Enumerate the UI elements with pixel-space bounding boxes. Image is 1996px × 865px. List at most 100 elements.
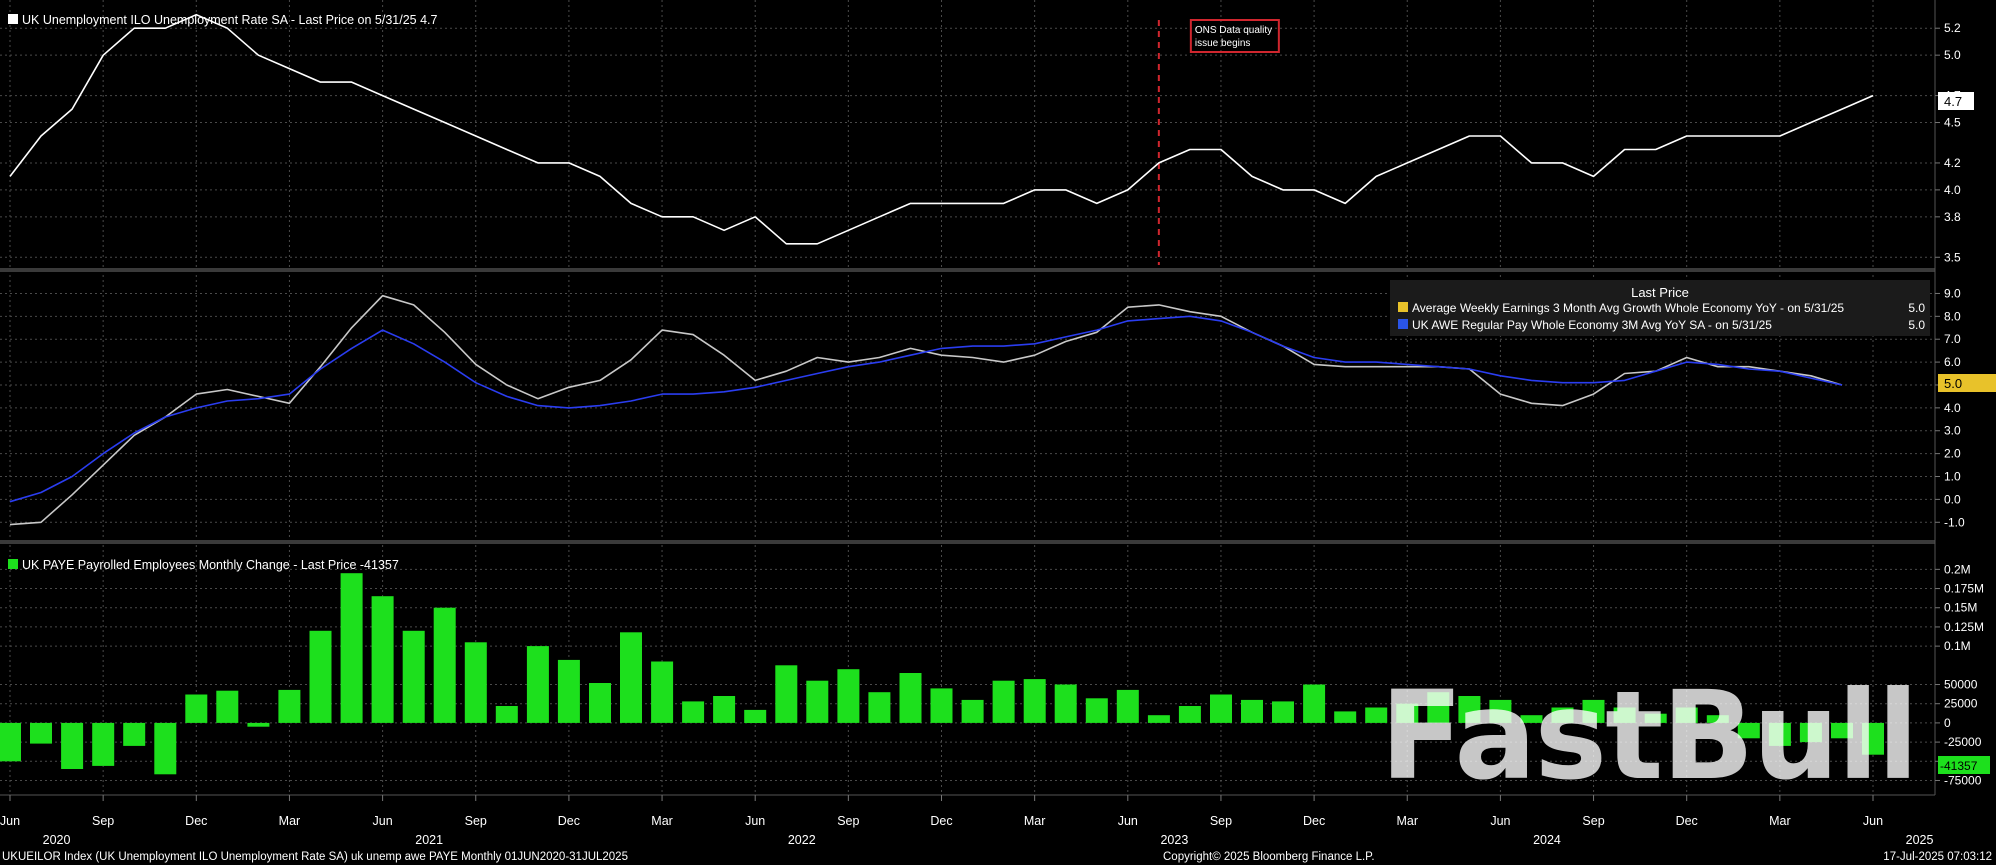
payroll-bar — [930, 688, 953, 723]
payroll-bar — [185, 694, 208, 723]
x-tick-month: Jun — [1490, 814, 1510, 828]
y-tick-label: 8.0 — [1944, 309, 1961, 323]
legend-regular-pay-text: UK AWE Regular Pay Whole Economy 3M Avg … — [1412, 318, 1772, 332]
bloomberg-chart: ONS Data quality issue begins FastBull 3… — [0, 0, 1996, 865]
legend-bottom-text: UK PAYE Payrolled Employees Monthly Chan… — [22, 558, 399, 572]
legend-top-text: UK Unemployment ILO Unemployment Rate SA… — [22, 13, 438, 27]
payroll-bar — [1116, 689, 1139, 723]
y-tick-label: 50000 — [1944, 678, 1978, 692]
payroll-bar — [557, 659, 580, 723]
payroll-bar — [1272, 701, 1294, 723]
payroll-bar — [1023, 679, 1046, 723]
payroll-bar — [340, 573, 363, 723]
x-tick-month: Sep — [465, 814, 487, 828]
payroll-bar — [30, 722, 52, 744]
payroll-bar — [589, 683, 611, 723]
legend-regular-pay-value: 5.0 — [1908, 318, 1925, 332]
y-tick-label: 5.0 — [1944, 48, 1961, 62]
x-tick-month: Mar — [279, 814, 301, 828]
payroll-bar — [526, 646, 549, 723]
y-tick-label: 4.5 — [1944, 116, 1961, 130]
x-tick-month: Dec — [558, 814, 580, 828]
payroll-bar — [775, 665, 798, 723]
legend-top: UK Unemployment ILO Unemployment Rate SA… — [8, 13, 438, 27]
y-tick-label: -25000 — [1944, 735, 1982, 749]
payroll-bar — [620, 632, 642, 723]
legend-middle: Last Price Average Weekly Earnings 3 Mon… — [1390, 280, 1930, 336]
x-tick-month: Jun — [0, 814, 20, 828]
x-tick-month: Dec — [185, 814, 207, 828]
payroll-bar — [1303, 684, 1326, 723]
x-tick-year: 2022 — [788, 833, 816, 847]
footer-right: 17-Jul-2025 07:03:12 — [1883, 851, 1992, 863]
y-tick-label: 0.175M — [1944, 582, 1984, 596]
y-tick-label: 3.5 — [1944, 250, 1961, 264]
y-tick-label: -75000 — [1944, 773, 1982, 787]
payroll-bar — [309, 630, 332, 723]
x-tick-month: Mar — [1024, 814, 1046, 828]
payroll-bar — [992, 680, 1015, 723]
payroll-bar — [61, 722, 84, 769]
payroll-bar — [868, 692, 891, 723]
y-tick-label: 0.0 — [1944, 492, 1961, 506]
x-tick-month: Jun — [1118, 814, 1138, 828]
y-tick-label: 6.0 — [1944, 355, 1961, 369]
y-tick-label: 7.0 — [1944, 332, 1961, 346]
y-tick-label: 5.2 — [1944, 21, 1961, 35]
x-tick-month: Mar — [1396, 814, 1418, 828]
x-tick-year: 2021 — [415, 833, 443, 847]
footer-left: UKUEILOR Index (UK Unemployment ILO Unem… — [2, 851, 628, 863]
y-tick-label: 25000 — [1944, 697, 1978, 711]
payroll-bar — [806, 680, 829, 723]
legend-bottom: UK PAYE Payrolled Employees Monthly Chan… — [8, 558, 399, 572]
y-tick-label: -1.0 — [1944, 515, 1965, 529]
last-value-tag-top: 4.7 — [1938, 92, 1974, 110]
ons-annotation-line2: issue begins — [1195, 38, 1251, 49]
x-tick-year: 2020 — [43, 833, 71, 847]
payroll-bar — [1054, 684, 1077, 723]
footer-center: Copyright© 2025 Bloomberg Finance L.P. — [1163, 851, 1375, 863]
payroll-bar — [402, 630, 425, 723]
watermark: FastBull — [1380, 665, 1917, 807]
payroll-bar — [837, 669, 860, 723]
panel-separator-bottom[interactable] — [0, 540, 1935, 544]
payroll-bar — [371, 596, 394, 723]
legend-awe-text: Average Weekly Earnings 3 Month Avg Grow… — [1412, 301, 1844, 315]
last-value-bottom: -41357 — [1940, 759, 1978, 773]
payroll-bar — [961, 699, 984, 723]
last-value-middle: 5.0 — [1944, 376, 1962, 391]
x-tick-month: Sep — [92, 814, 114, 828]
payroll-bar — [713, 696, 736, 723]
payroll-bar — [1147, 715, 1170, 723]
payroll-bar — [1178, 706, 1201, 723]
y-tick-label: 0 — [1944, 716, 1951, 730]
payroll-bar — [1334, 711, 1357, 723]
x-tick-month: Sep — [837, 814, 859, 828]
legend-awe-value: 5.0 — [1908, 301, 1925, 315]
x-tick-month: Mar — [1769, 814, 1791, 828]
y-tick-label: 0.2M — [1944, 562, 1971, 576]
x-tick-month: Jun — [745, 814, 765, 828]
y-tick-label: 3.8 — [1944, 210, 1961, 224]
payroll-bar — [123, 722, 146, 746]
panel-separator-top[interactable] — [0, 268, 1935, 272]
y-tick-label: 4.0 — [1944, 183, 1961, 197]
payroll-bar — [682, 701, 705, 723]
x-tick-month: Mar — [651, 814, 673, 828]
payroll-bar — [0, 722, 21, 762]
x-tick-month: Sep — [1582, 814, 1604, 828]
payroll-bar — [154, 722, 177, 775]
payroll-bar — [1241, 699, 1263, 723]
x-tick-month: Dec — [1303, 814, 1325, 828]
payroll-bar — [433, 607, 456, 723]
y-tick-label: 0.15M — [1944, 601, 1977, 615]
payroll-bar — [216, 690, 239, 723]
y-tick-label: 1.0 — [1944, 470, 1961, 484]
x-tick-month: Sep — [1210, 814, 1232, 828]
payroll-bar — [247, 722, 270, 727]
payroll-bar — [92, 722, 115, 766]
last-value-tag-middle: 5.0 — [1938, 374, 1996, 392]
payroll-bar — [744, 709, 767, 723]
x-tick-month: Dec — [1676, 814, 1698, 828]
legend-middle-header: Last Price — [1631, 285, 1689, 300]
